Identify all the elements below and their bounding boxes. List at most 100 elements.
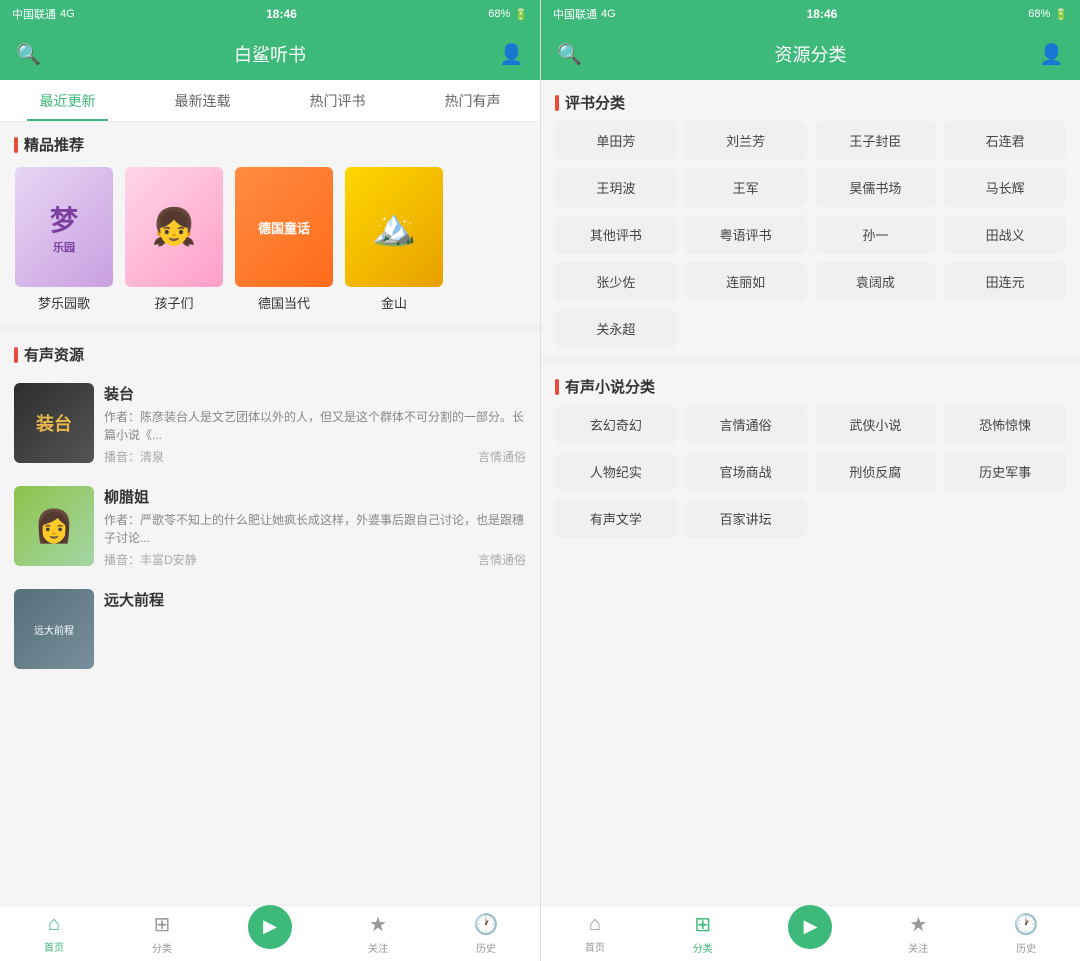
- cat-haorushuchang[interactable]: 昊儒书场: [815, 168, 937, 207]
- featured-grid: 梦 乐园 梦乐园歌 👧 孩子们 德国童话 德国当代 🏔️ 金山: [0, 163, 540, 324]
- pingbook-grid: 单田芳 刘兰芳 王子封臣 石连君 王玥波 王军 昊儒书场 马长辉 其他评书 粤语…: [541, 121, 1080, 356]
- cat-lianliru[interactable]: 连丽如: [685, 262, 807, 301]
- pingbook-title: 评书分类: [565, 92, 625, 113]
- cat-xuanhuanqihuan[interactable]: 玄幻奇幻: [555, 405, 677, 444]
- audio-item-zt[interactable]: 装台 装台 作者：陈彦装台人是文艺团体以外的人，但又是这个群体不可分割的一部分。…: [14, 373, 526, 476]
- user-icon-left[interactable]: 👤: [499, 42, 524, 67]
- cat-yueyupingshu[interactable]: 粤语评书: [685, 215, 807, 254]
- cat-baijiajiangtian[interactable]: 百家讲坛: [685, 499, 807, 538]
- battery-icon-left: 🔋: [514, 8, 528, 21]
- audio-info-yuan: 远大前程: [104, 589, 526, 669]
- cat-sunyi[interactable]: 孙一: [815, 215, 937, 254]
- divider-1: [0, 324, 540, 332]
- featured-item-kids[interactable]: 👧 孩子们: [124, 167, 224, 312]
- cat-shilanjun[interactable]: 石连君: [944, 121, 1066, 160]
- audio-info-liu: 柳腊姐 作者：严歌苓不知上的什么肥让她疯长成这样，外婆事后跟自己讨论，也是跟穗子…: [104, 486, 526, 568]
- cat-machanghui[interactable]: 马长辉: [944, 168, 1066, 207]
- cat-wangzifengchen[interactable]: 王子封臣: [815, 121, 937, 160]
- home-icon-right: ⌂: [589, 913, 601, 936]
- cat-wangyuebo[interactable]: 王玥波: [555, 168, 677, 207]
- tab-pingbook[interactable]: 热门评书: [270, 80, 405, 121]
- battery-left: 68%: [488, 8, 510, 20]
- status-bar-left: 中国联通 4G 18:46 68% 🔋: [0, 0, 540, 28]
- carrier-left: 中国联通: [12, 6, 56, 22]
- nav-follow-right[interactable]: ★ 关注: [864, 906, 972, 961]
- search-icon-right[interactable]: 🔍: [557, 42, 582, 67]
- narrator-zt: 播音：清泉: [104, 448, 164, 465]
- cat-wangjun[interactable]: 王军: [685, 168, 807, 207]
- nav-play-left[interactable]: ▶: [216, 906, 324, 961]
- featured-label-dream: 梦乐园歌: [38, 293, 90, 312]
- cat-xingzhenfanfu[interactable]: 刑侦反腐: [815, 452, 937, 491]
- cat-yanqingtongsu[interactable]: 言情通俗: [685, 405, 807, 444]
- nav-follow-label-right: 关注: [908, 940, 928, 955]
- app-title-right: 资源分类: [775, 41, 847, 67]
- cat-tianerlianyuan[interactable]: 田连元: [944, 262, 1066, 301]
- cover-gold: 🏔️: [345, 167, 443, 287]
- narrator-liu: 播音：丰富D安静: [104, 551, 197, 568]
- cat-wuxiaxiaoshuo[interactable]: 武侠小说: [815, 405, 937, 444]
- cat-kongbujingsu[interactable]: 恐怖惊悚: [944, 405, 1066, 444]
- right-screen: 中国联通 4G 18:46 68% 🔋 🔍 资源分类 👤 评书分类 单田芳 刘兰…: [540, 0, 1080, 961]
- cat-shantianfang[interactable]: 单田芳: [555, 121, 677, 160]
- pingbook-header: 评书分类: [541, 80, 1080, 121]
- app-title-left: 白鲨听书: [234, 41, 306, 67]
- tab-latest[interactable]: 最新连载: [135, 80, 270, 121]
- nav-history-right[interactable]: 🕐 历史: [972, 906, 1080, 961]
- cat-guanyongchao[interactable]: 关永超: [555, 309, 677, 348]
- play-button-left[interactable]: ▶: [248, 905, 292, 949]
- featured-label-gold: 金山: [381, 293, 407, 312]
- nav-follow-left[interactable]: ★ 关注: [324, 906, 432, 961]
- status-right-right: 68% 🔋: [1028, 8, 1068, 21]
- nav-category-right[interactable]: ⊞ 分类: [649, 906, 757, 961]
- history-icon-right: 🕐: [1014, 912, 1039, 937]
- cover-liu: 👩: [14, 486, 94, 566]
- audio-title: 有声资源: [24, 344, 84, 365]
- featured-item-gold[interactable]: 🏔️ 金山: [344, 167, 444, 312]
- network-right: 4G: [601, 8, 616, 20]
- battery-icon-right: 🔋: [1054, 8, 1068, 21]
- nav-play-right[interactable]: ▶: [757, 906, 865, 961]
- genre-liu: 言情通俗: [478, 551, 526, 568]
- nav-history-label-right: 历史: [1016, 940, 1036, 955]
- featured-item-german[interactable]: 德国童话 德国当代: [234, 167, 334, 312]
- follow-icon-right: ★: [909, 912, 927, 937]
- cat-renwujiishi[interactable]: 人物纪实: [555, 452, 677, 491]
- cat-lishijunshi[interactable]: 历史军事: [944, 452, 1066, 491]
- cat-liulanfang[interactable]: 刘兰芳: [685, 121, 807, 160]
- audio-list: 装台 装台 作者：陈彦装台人是文艺团体以外的人，但又是这个群体不可分割的一部分。…: [0, 373, 540, 680]
- nav-home-right[interactable]: ⌂ 首页: [541, 906, 649, 961]
- status-left-right: 中国联通 4G: [553, 6, 616, 22]
- history-icon-left: 🕐: [474, 912, 499, 937]
- nav-history-label-left: 历史: [476, 940, 496, 955]
- nav-category-left[interactable]: ⊞ 分类: [108, 906, 216, 961]
- cat-yuankuocheng[interactable]: 袁阔成: [815, 262, 937, 301]
- cat-tianzhanyi[interactable]: 田战义: [944, 215, 1066, 254]
- header-left: 🔍 白鲨听书 👤: [0, 28, 540, 80]
- nav-home-label-right: 首页: [585, 939, 605, 954]
- play-button-right[interactable]: ▶: [788, 905, 832, 949]
- nav-follow-label-left: 关注: [368, 940, 388, 955]
- audionovel-header: 有声小说分类: [541, 364, 1080, 405]
- nav-home-left[interactable]: ⌂ 首页: [0, 906, 108, 961]
- status-bar-right: 中国联通 4G 18:46 68% 🔋: [541, 0, 1080, 28]
- nav-history-left[interactable]: 🕐 历史: [432, 906, 540, 961]
- cat-zhangshaozuo[interactable]: 张少佐: [555, 262, 677, 301]
- audio-item-liu[interactable]: 👩 柳腊姐 作者：严歌苓不知上的什么肥让她疯长成这样，外婆事后跟自己讨论，也是跟…: [14, 476, 526, 579]
- cat-youshengwenxue[interactable]: 有声文学: [555, 499, 677, 538]
- cat-qitapingshu[interactable]: 其他评书: [555, 215, 677, 254]
- battery-right: 68%: [1028, 8, 1050, 20]
- tab-recent[interactable]: 最近更新: [0, 80, 135, 121]
- right-scroll: 评书分类 单田芳 刘兰芳 王子封臣 石连君 王玥波 王军 昊儒书场 马长辉 其他…: [541, 80, 1080, 905]
- audionovel-bar: [555, 379, 559, 395]
- search-icon-left[interactable]: 🔍: [16, 42, 41, 67]
- audio-title-yuan: 远大前程: [104, 589, 526, 610]
- user-icon-right[interactable]: 👤: [1039, 42, 1064, 67]
- header-right: 🔍 资源分类 👤: [541, 28, 1080, 80]
- tab-audio[interactable]: 热门有声: [405, 80, 540, 121]
- audionovel-title: 有声小说分类: [565, 376, 655, 397]
- audio-item-yuan[interactable]: 远大前程 远大前程: [14, 579, 526, 680]
- time-left: 18:46: [266, 7, 297, 21]
- cat-guanchangshangzhan[interactable]: 官场商战: [685, 452, 807, 491]
- featured-item-dream[interactable]: 梦 乐园 梦乐园歌: [14, 167, 114, 312]
